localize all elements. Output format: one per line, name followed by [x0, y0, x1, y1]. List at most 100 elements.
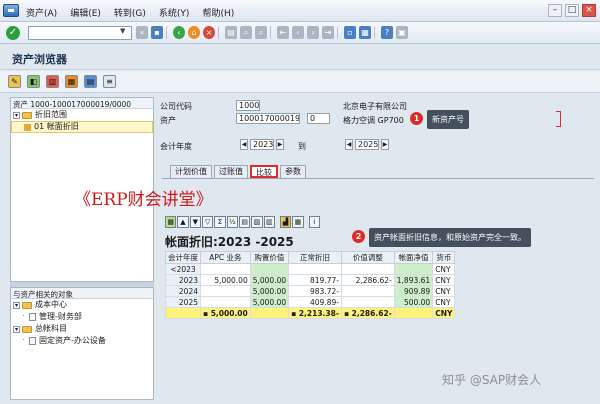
close-icon[interactable]: × [582, 4, 596, 17]
change-icon[interactable]: ✎ [8, 75, 21, 88]
report-icon[interactable]: ≡ [103, 75, 116, 88]
document-icon [29, 313, 36, 321]
window-controls: – □ × [548, 4, 596, 17]
year-to-prev-icon[interactable]: ◀ [345, 139, 353, 150]
menu-edit[interactable]: 编辑(E) [70, 6, 101, 19]
asset-number-field[interactable]: 100017000019 [236, 113, 300, 124]
export-icon[interactable]: ▧ [251, 216, 263, 228]
col-fiscal-year[interactable]: 会计年度 [165, 251, 201, 264]
asset-icon[interactable]: ▥ [46, 75, 59, 88]
tab-parameters[interactable]: 参数 [280, 165, 306, 178]
title-bar: 资产浏览器 [0, 44, 600, 70]
company-code-label: 公司代码 [160, 102, 192, 111]
callout-new-asset-number: 新资产号 [427, 110, 469, 129]
exit-icon[interactable]: ⌂ [188, 26, 200, 39]
collapse-icon[interactable]: « [136, 26, 148, 39]
col-net-book-value[interactable]: 帐面净值 [393, 251, 434, 264]
application-toolbar: ✎ ◧ ▥ ▦ ▤ ≡ [0, 71, 600, 93]
tree-node-finance-dept[interactable]: · 管理-财务部 [11, 311, 153, 323]
fiscal-year-to-field[interactable]: 2025 [355, 139, 379, 150]
filter-icon[interactable]: ▽ [201, 216, 214, 228]
sort-desc-icon[interactable]: ▼ [189, 216, 201, 228]
new-session-icon[interactable]: ▫ [344, 26, 356, 39]
company-name: 北京电子有限公司 [343, 102, 407, 111]
collapse-toggle-icon[interactable]: ▾ [13, 301, 20, 309]
sum-icon[interactable]: Σ [214, 216, 226, 228]
total-row[interactable]: ▪ 5,000.00 ▪ 2,213.38- ▪ 2,286.62- CNY [165, 307, 456, 319]
table-icon[interactable]: ▦ [292, 216, 304, 228]
details-icon[interactable]: ▦ [165, 216, 177, 228]
tree-node-book-depreciation[interactable]: 01 帐面折旧 [11, 121, 153, 133]
command-field[interactable] [28, 26, 132, 40]
tree-node-fixed-asset-equipment[interactable]: · 固定资产-办公设备 [11, 335, 153, 347]
year-from-next-icon[interactable]: ▶ [276, 139, 284, 150]
layout-menu-icon[interactable]: ▣ [396, 26, 408, 39]
help-icon[interactable]: ? [381, 26, 393, 39]
table-header-row: 会计年度 APC 业务 购置价值 正常折旧 价值调整 帐面净值 货币 [165, 251, 456, 264]
table-row[interactable]: 2025 5,000.00 409.89- 500.00 CNY [165, 296, 456, 308]
values-icon[interactable]: ▦ [65, 75, 78, 88]
tab-posted-values[interactable]: 过账值 [214, 165, 248, 178]
company-code-field[interactable]: 1000 [236, 100, 260, 111]
red-bracket-mark [556, 111, 561, 127]
find-icon[interactable]: ⌕ [240, 26, 252, 39]
year-to-next-icon[interactable]: ▶ [381, 139, 389, 150]
enter-check-icon[interactable]: ✓ [6, 26, 20, 40]
fiscal-year-from-field[interactable]: 2023 [250, 139, 274, 150]
tab-comparison[interactable]: 比较 [250, 165, 278, 178]
asset-subnumber-field[interactable]: 0 [307, 113, 330, 124]
col-acquisition-value[interactable]: 购置价值 [249, 251, 290, 264]
shortcut-icon[interactable]: ▦ [359, 26, 371, 39]
menu-asset[interactable]: 资产(A) [26, 6, 57, 19]
next-page-icon[interactable]: › [307, 26, 319, 39]
menu-goto[interactable]: 转到(G) [114, 6, 146, 19]
alv-title: 帐面折旧:2023 -2025 [165, 235, 294, 249]
menu-system[interactable]: 系统(Y) [159, 6, 190, 19]
tree-header: 资产 1000-100017000019/0000 [11, 98, 153, 109]
back-icon[interactable]: ‹ [173, 26, 185, 39]
col-apc-transactions[interactable]: APC 业务 [200, 251, 251, 264]
save-icon[interactable]: ▪ [151, 26, 163, 39]
col-currency[interactable]: 货币 [432, 251, 456, 264]
tab-planned-values[interactable]: 计划价值 [170, 165, 212, 178]
info-icon[interactable]: i [308, 216, 320, 228]
collapse-toggle-icon[interactable]: ▾ [13, 325, 20, 333]
col-ordinary-depreciation[interactable]: 正常折旧 [288, 251, 342, 264]
overview-icon[interactable]: ▤ [84, 75, 97, 88]
asset-description: 格力空调 GP700 [343, 116, 404, 125]
tree-node-label: 折旧范围 [35, 110, 67, 119]
print-preview-icon[interactable]: ▤ [238, 216, 251, 228]
sort-asc-icon[interactable]: ▲ [177, 216, 189, 228]
command-dropdown-icon[interactable]: ▼ [120, 27, 125, 35]
maximize-icon[interactable]: □ [565, 4, 579, 17]
tree-node-label: 固定资产-办公设备 [39, 336, 106, 345]
graphic-icon[interactable]: ▟ [279, 216, 292, 228]
watermark-text: 《ERP财会讲堂》 [74, 190, 213, 210]
find-next-icon[interactable]: ⌕ [255, 26, 267, 39]
display-icon[interactable]: ◧ [27, 75, 40, 88]
col-value-adjustment[interactable]: 价值调整 [340, 251, 395, 264]
table-row[interactable]: 2023 5,000.00 5,000.00 819.77- 2,286.62-… [165, 274, 456, 286]
collapse-toggle-icon[interactable]: ▾ [13, 111, 20, 119]
menu-help[interactable]: 帮助(H) [202, 6, 234, 19]
tree-node-gl-account[interactable]: ▾ 总帐科目 [11, 323, 153, 335]
minimize-icon[interactable]: – [548, 4, 562, 17]
cancel-icon[interactable]: × [203, 26, 215, 39]
sap-logo-icon[interactable] [3, 4, 19, 17]
last-page-icon[interactable]: ⇥ [322, 26, 334, 39]
print-icon[interactable]: ▤ [225, 26, 237, 39]
year-from-prev-icon[interactable]: ◀ [240, 139, 248, 150]
table-row[interactable]: <2023 CNY [165, 263, 456, 275]
table-row[interactable]: 2024 5,000.00 983.72- 909.89 CNY [165, 285, 456, 297]
subtotal-icon[interactable]: ½ [226, 216, 238, 228]
brand-watermark: 知乎 @SAP财会人 [442, 373, 542, 387]
first-page-icon[interactable]: ⇤ [277, 26, 289, 39]
tree-node-cost-center[interactable]: ▾ 成本中心 [11, 299, 153, 311]
tree-node-label: 总帐科目 [35, 324, 67, 333]
prev-page-icon[interactable]: ‹ [292, 26, 304, 39]
layout-icon[interactable]: ▥ [263, 216, 275, 228]
folder-icon [22, 301, 32, 309]
tree-node-depreciation-areas[interactable]: ▾ 折旧范围 [11, 109, 153, 121]
related-objects-panel: 与资产相关的对象 ▾ 成本中心 · 管理-财务部 ▾ 总帐科目 · 固定资产-办… [10, 287, 154, 400]
tree-node-label: 管理-财务部 [39, 312, 82, 321]
